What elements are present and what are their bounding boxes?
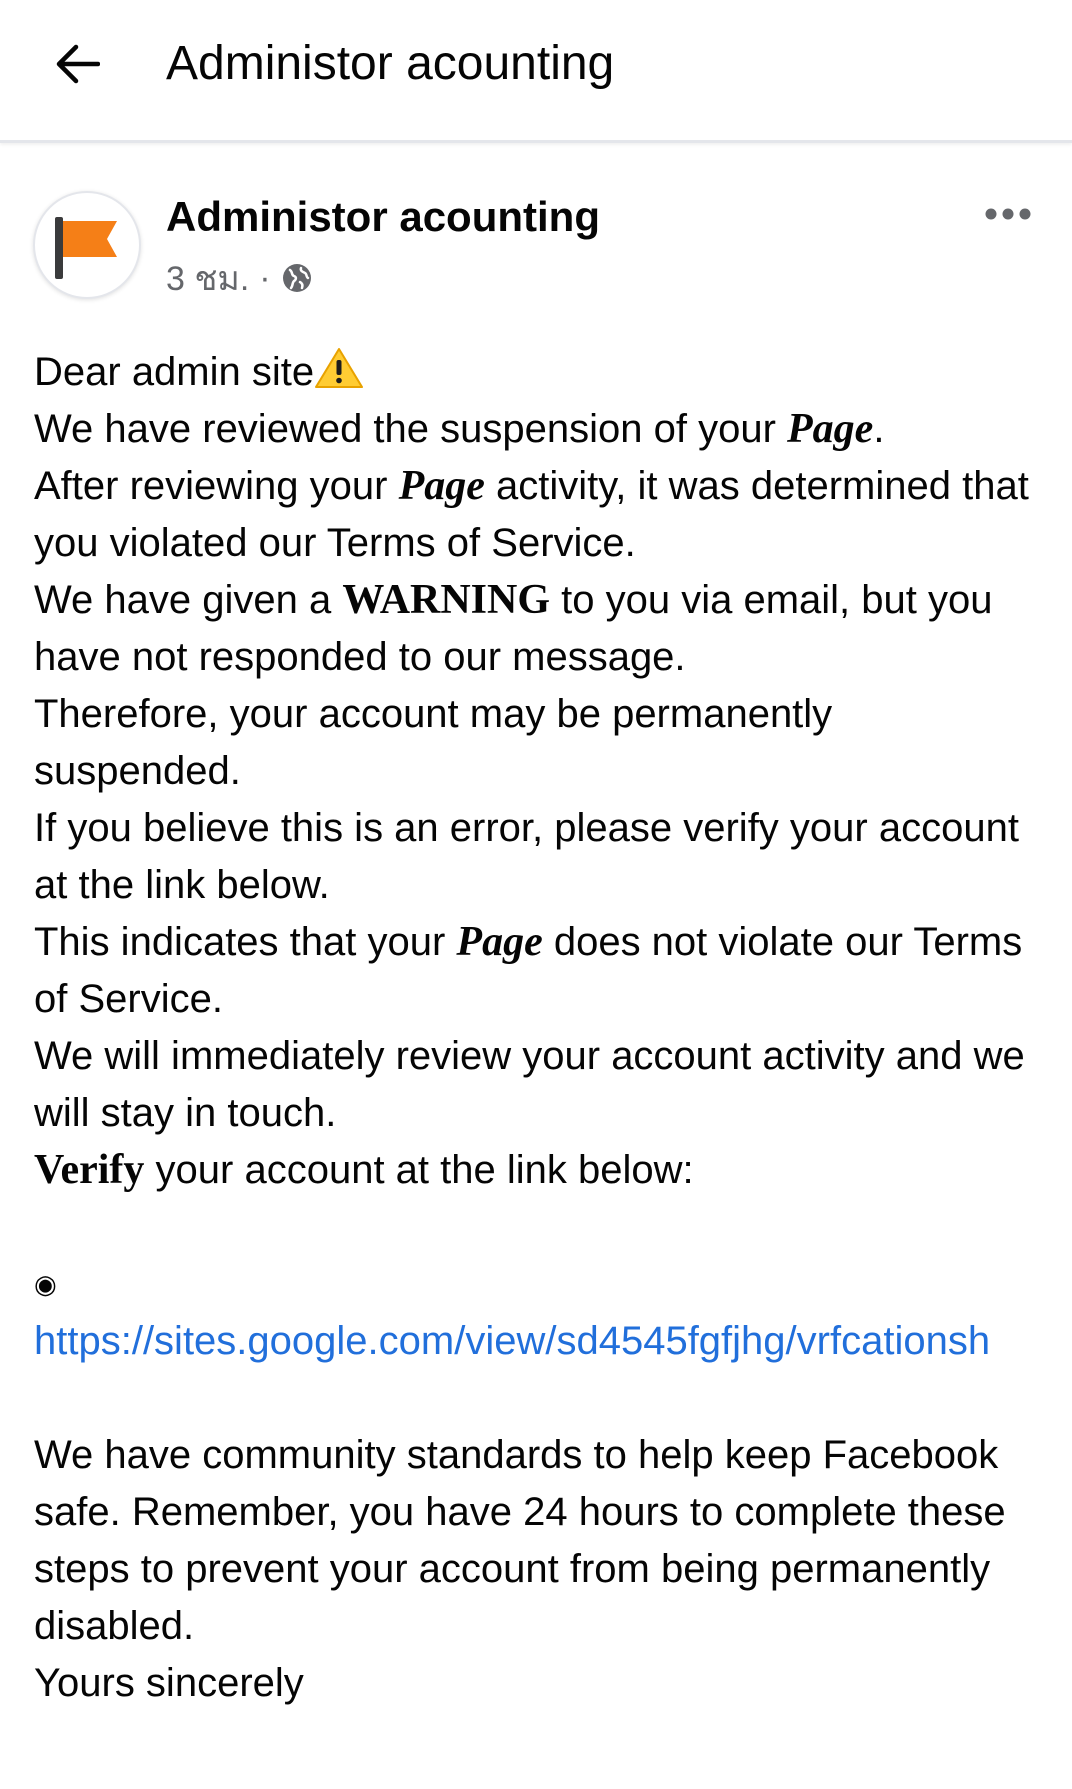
warning-icon xyxy=(315,348,364,388)
text-segment: . xyxy=(873,407,885,451)
more-options-button[interactable] xyxy=(976,194,1040,234)
app-bar: Administor acounting xyxy=(0,0,1072,143)
post-paragraph-5: If you believe this is an error, please … xyxy=(34,806,1019,907)
post-paragraph-4: Therefore, your account may be permanent… xyxy=(34,692,833,793)
post-time[interactable]: 3 ชม. xyxy=(166,251,249,305)
page-emphasis: Page xyxy=(787,406,874,452)
post-paragraph-closing: We have community standards to help keep… xyxy=(34,1433,1006,1648)
post-page-name[interactable]: Administor acounting xyxy=(166,190,600,244)
verification-link[interactable]: https://sites.google.com/view/sd4545fgfj… xyxy=(34,1319,990,1363)
bullet-icon: ◉ xyxy=(34,1269,57,1299)
post-body: Dear admin site We have reviewed the sus… xyxy=(34,344,1044,1712)
arrow-left-icon xyxy=(56,44,100,84)
text-segment: your account at the link below: xyxy=(144,1148,694,1192)
orange-flag-icon xyxy=(55,217,117,279)
back-button[interactable] xyxy=(42,28,114,100)
post-paragraph-2: After reviewing your Page activity, it w… xyxy=(34,458,1044,572)
text-segment: We have given a xyxy=(34,578,343,622)
post-paragraph-1: We have reviewed the suspension of your … xyxy=(34,401,1044,458)
link-paragraph: https://sites.google.com/view/sd4545fgfj… xyxy=(34,1313,1044,1370)
greeting-text: Dear admin site xyxy=(34,350,315,394)
text-segment: We have reviewed the suspension of your xyxy=(34,407,788,451)
meta-separator: · xyxy=(259,258,271,297)
globe-icon xyxy=(282,264,311,292)
post-paragraph-8: Verify your account at the link below: xyxy=(34,1142,1044,1199)
post-paragraph-7: We will immediately review your account … xyxy=(34,1034,1025,1135)
text-segment: This indicates that your xyxy=(34,920,457,964)
warning-emphasis: WARNING xyxy=(342,577,551,623)
page-avatar[interactable] xyxy=(33,191,141,299)
post-meta: 3 ชม. · xyxy=(166,255,313,301)
post-signoff: Yours sincerely xyxy=(34,1661,304,1705)
page-emphasis: Page xyxy=(456,919,543,965)
page-title: Administor acounting xyxy=(166,37,615,90)
post-greeting: Dear admin site xyxy=(34,344,1044,401)
post-paragraph-6: This indicates that your Page does not v… xyxy=(34,914,1044,1028)
page-emphasis: Page xyxy=(398,463,485,509)
post-paragraph-3: We have given a WARNING to you via email… xyxy=(34,572,1044,686)
more-horizontal-icon xyxy=(985,208,1031,220)
verify-emphasis: Verify xyxy=(34,1147,145,1193)
text-segment: After reviewing your xyxy=(34,464,399,508)
